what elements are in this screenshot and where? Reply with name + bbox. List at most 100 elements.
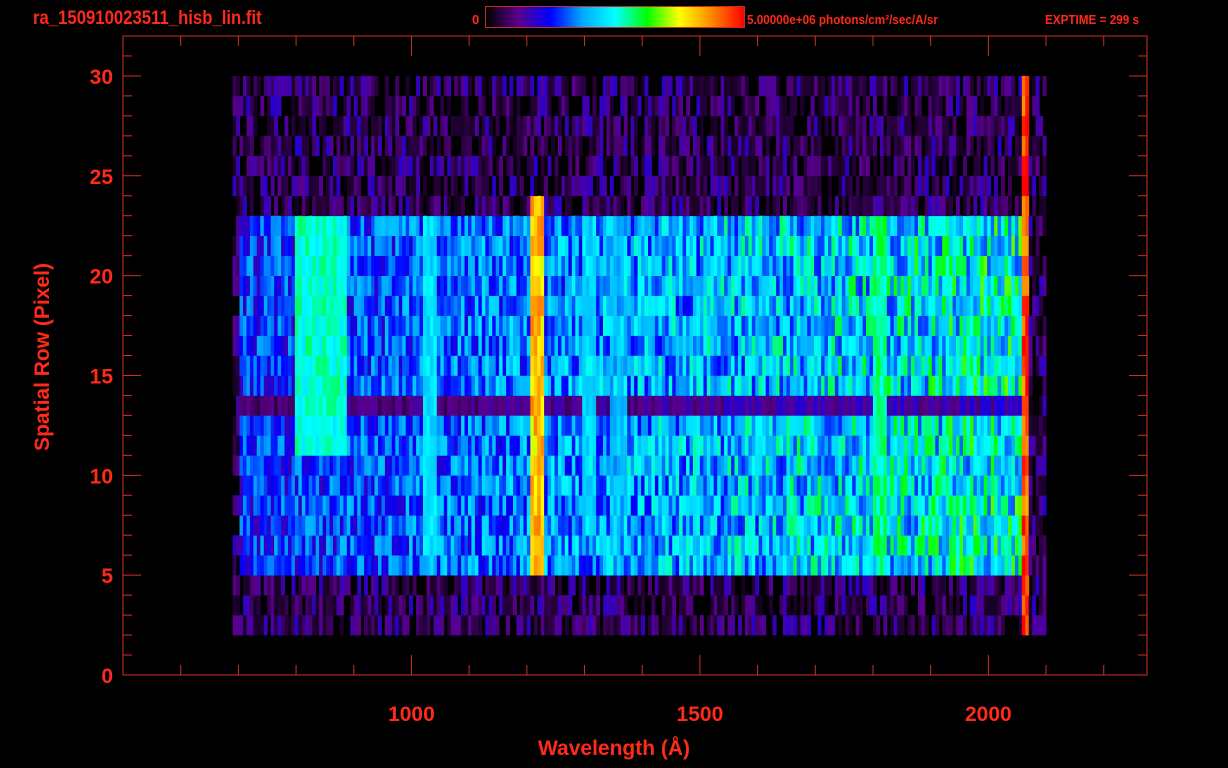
heatmap-cell [682,335,687,356]
heatmap-cell [589,595,593,616]
heatmap-cell [530,315,535,336]
heatmap-cell [416,595,420,616]
heatmap-cell [575,215,580,236]
heatmap-cell [634,215,638,236]
heatmap-cell [997,435,1002,456]
heatmap-cell [779,215,784,236]
heatmap-cell [526,615,531,636]
heatmap-cell [921,495,926,516]
heatmap-cell [821,355,825,376]
heatmap-cell [630,275,635,296]
heatmap-cell [395,215,400,236]
heatmap-cell [589,355,593,376]
heatmap-cell [523,495,528,516]
heatmap-cell [755,295,760,316]
heatmap-cell [249,195,254,217]
heatmap-cell [554,315,559,336]
heatmap-cell [675,335,680,356]
heatmap-cell [765,495,770,516]
heatmap-cell [326,615,330,636]
heatmap-cell [544,615,548,636]
heatmap-cell [412,215,417,236]
heatmap-cell [260,535,265,556]
heatmap-cell [776,435,780,456]
heatmap-cell [845,615,850,636]
heatmap-cell [686,395,690,416]
heatmap-cell [637,275,642,296]
heatmap-cell [1018,495,1023,516]
heatmap-cell [256,495,261,516]
heatmap-cell [1035,335,1040,356]
heatmap-cell [938,195,943,217]
heatmap-cell [810,475,815,496]
heatmap-cell [956,495,960,516]
heatmap-cell [786,215,791,236]
heatmap-cell [263,295,268,316]
heatmap-cell [530,555,535,576]
heatmap-cell [284,415,289,436]
heatmap-cell [471,375,476,396]
heatmap-cell [523,415,528,436]
heatmap-cell [744,235,749,256]
heatmap-cell [575,355,580,376]
heatmap-cell [682,515,687,536]
heatmap-cell [997,595,1002,616]
heatmap-cell [942,195,947,217]
heatmap-cell [405,435,410,456]
heatmap-cell [904,275,908,296]
heatmap-cell [942,435,947,456]
heatmap-cell [866,495,870,516]
heatmap-cell [1039,415,1043,436]
heatmap-cell [845,255,850,276]
heatmap-cell [724,455,728,476]
heatmap-cell [530,295,535,316]
heatmap-cell [350,375,355,396]
heatmap-cell [755,475,760,496]
heatmap-cell [969,455,974,476]
heatmap-cell [509,535,514,556]
heatmap-cell [499,435,503,456]
heatmap-cell [793,335,798,356]
heatmap-cell [540,215,545,236]
heatmap-cell [298,335,303,356]
heatmap-cell [672,335,677,356]
heatmap-cell [263,175,268,197]
heatmap-cell [779,395,784,416]
heatmap-cell [322,595,327,616]
heatmap-cell [789,335,794,356]
heatmap-cell [904,255,908,276]
heatmap-cell [474,435,479,456]
heatmap-cell [637,375,642,396]
heatmap-cell [236,275,240,296]
heatmap-cell [786,615,791,636]
heatmap-cell [419,295,424,316]
heatmap-cell [1025,515,1030,536]
heatmap-cell [1018,515,1023,536]
heatmap-cell [329,515,334,536]
heatmap-cell [488,195,493,217]
heatmap-cell [551,535,555,556]
heatmap-cell [315,175,320,197]
heatmap-cell [987,415,992,436]
heatmap-cell [260,315,265,336]
heatmap-cell [900,335,905,356]
heatmap-cell [672,615,677,636]
heatmap-cell [239,395,244,416]
heatmap-cell [346,555,351,576]
heatmap-cell [720,295,725,316]
heatmap-cell [246,595,251,616]
heatmap-cell [862,355,867,376]
heatmap-cell [741,215,746,236]
heatmap-cell [333,215,337,236]
heatmap-cell [492,415,497,436]
heatmap-cell [336,375,341,396]
heatmap-cell [513,535,517,556]
heatmap-cell [810,535,815,556]
heatmap-cell [873,595,877,616]
heatmap-cell [900,495,905,516]
heatmap-cell [987,315,992,336]
heatmap-cell [561,175,566,197]
heatmap-cell [367,475,372,496]
heatmap-cell [585,375,590,396]
heatmap-cell [367,555,372,576]
